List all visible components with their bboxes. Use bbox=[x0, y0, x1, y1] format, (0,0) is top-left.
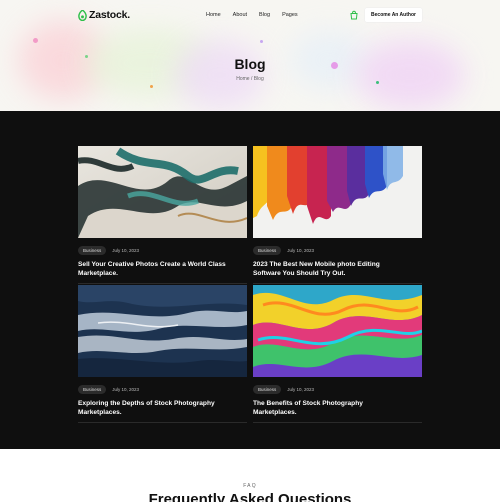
post-meta: Business July 10, 2023 bbox=[78, 246, 247, 255]
category-badge[interactable]: Business bbox=[78, 246, 107, 255]
nav-item-about[interactable]: About bbox=[233, 12, 247, 18]
blog-card[interactable]: Business July 10, 2023 Exploring the Dep… bbox=[78, 285, 247, 424]
page-title: Blog bbox=[234, 56, 266, 72]
rainbow-paint-drips-image[interactable] bbox=[253, 146, 422, 238]
decor-dot bbox=[260, 40, 263, 43]
post-date: July 10, 2023 bbox=[112, 248, 140, 253]
category-badge[interactable]: Business bbox=[78, 385, 107, 394]
top-navbar: Zastock. Home About Blog Pages Become An… bbox=[0, 0, 500, 30]
decor-dot bbox=[150, 85, 153, 88]
decor-blob bbox=[175, 40, 265, 110]
post-title[interactable]: 2023 The Best New Mobile photo Editing S… bbox=[253, 261, 403, 278]
faq-label: FAQ bbox=[243, 483, 257, 489]
divider bbox=[253, 422, 422, 424]
blog-grid-section: Business July 10, 2023 Sell Your Creativ… bbox=[0, 111, 500, 449]
blog-card[interactable]: Business July 10, 2023 Sell Your Creativ… bbox=[78, 146, 247, 285]
nav-item-home[interactable]: Home bbox=[206, 12, 221, 18]
post-date: July 10, 2023 bbox=[287, 387, 315, 392]
blog-card[interactable]: Business July 10, 2023 2023 The Best New… bbox=[253, 146, 422, 285]
post-title[interactable]: Exploring the Depths of Stock Photograph… bbox=[78, 400, 228, 417]
blog-card[interactable]: Business July 10, 2023 The Benefits of S… bbox=[253, 285, 422, 424]
hero-section: Zastock. Home About Blog Pages Become An… bbox=[0, 0, 500, 111]
psychedelic-swirl-image[interactable] bbox=[253, 285, 422, 377]
decor-blob bbox=[355, 40, 465, 110]
marble-teal-abstract-image[interactable] bbox=[78, 146, 247, 238]
faq-title: Frequently Asked Questions bbox=[148, 491, 352, 502]
post-date: July 10, 2023 bbox=[287, 248, 315, 253]
post-meta: Business July 10, 2023 bbox=[78, 385, 247, 394]
brand-logo[interactable]: Zastock. bbox=[78, 9, 130, 21]
post-title[interactable]: Sell Your Creative Photos Create a World… bbox=[78, 261, 228, 278]
post-date: July 10, 2023 bbox=[112, 387, 140, 392]
leaf-logo-icon bbox=[78, 9, 87, 21]
blue-ocean-waves-image[interactable] bbox=[78, 285, 247, 377]
category-badge[interactable]: Business bbox=[253, 246, 282, 255]
nav-item-pages[interactable]: Pages bbox=[282, 12, 298, 18]
post-title[interactable]: The Benefits of Stock Photography Market… bbox=[253, 400, 403, 417]
category-badge[interactable]: Business bbox=[253, 385, 282, 394]
decor-dot bbox=[33, 38, 38, 43]
breadcrumb[interactable]: Home / Blog bbox=[0, 76, 500, 82]
post-meta: Business July 10, 2023 bbox=[253, 246, 422, 255]
brand-name: Zastock. bbox=[89, 9, 130, 21]
faq-section: FAQ Frequently Asked Questions bbox=[0, 449, 500, 502]
divider bbox=[78, 422, 247, 424]
nav-item-blog[interactable]: Blog bbox=[259, 12, 270, 18]
main-menu: Home About Blog Pages bbox=[206, 12, 298, 18]
become-author-button[interactable]: Become An Author bbox=[365, 8, 422, 22]
post-meta: Business July 10, 2023 bbox=[253, 385, 422, 394]
shopping-bag-icon[interactable] bbox=[349, 10, 359, 20]
